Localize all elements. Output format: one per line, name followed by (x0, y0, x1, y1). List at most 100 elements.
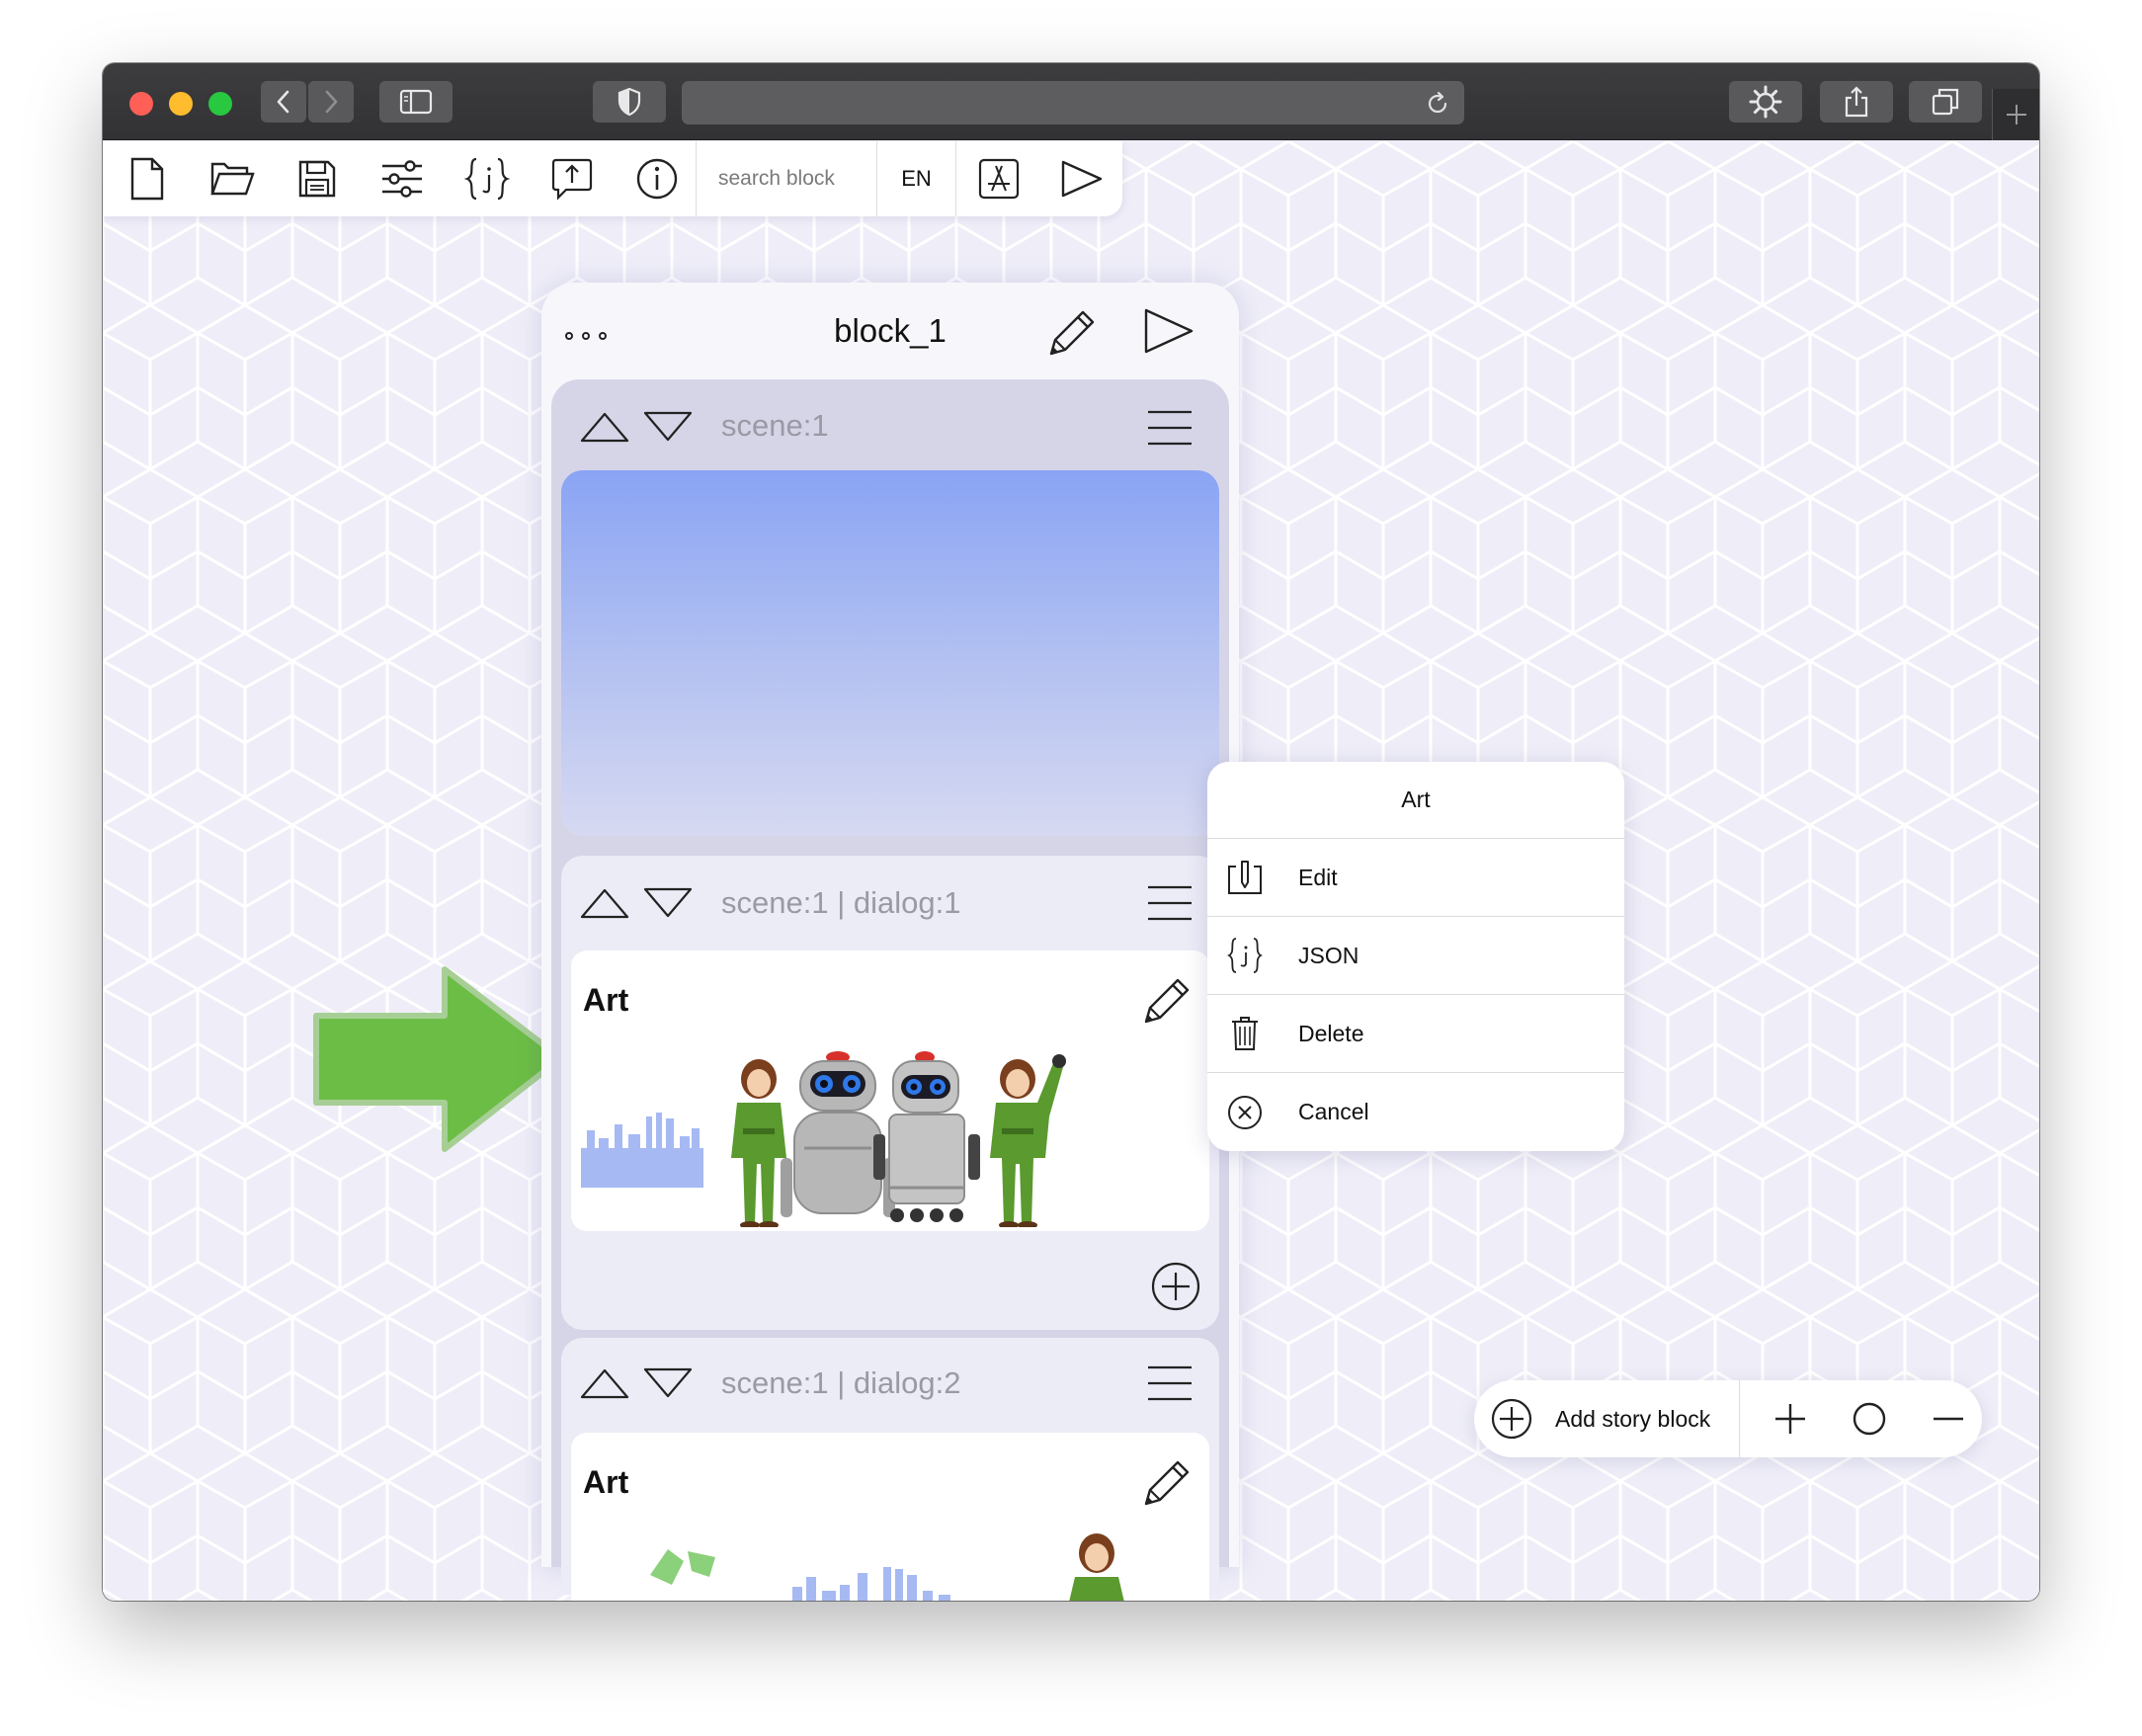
woman-character-thumbnail (731, 1059, 786, 1227)
edit-block-pencil-icon[interactable] (1045, 306, 1099, 360)
settings-sliders-button[interactable] (368, 141, 437, 216)
privacy-shield-button[interactable] (593, 81, 666, 123)
zoom-reset-circle-icon[interactable] (1850, 1399, 1889, 1439)
dialog-item[interactable]: scene:1 | dialog:2 Art (561, 1338, 1219, 1601)
dialog-label: scene:1 | dialog:2 (721, 1365, 961, 1400)
back-button[interactable] (261, 81, 306, 123)
context-menu-json[interactable]: JSON (1207, 917, 1624, 995)
woman-character-thumbnail (1069, 1533, 1124, 1601)
context-menu-edit[interactable]: Edit (1207, 839, 1624, 917)
edit-icon (1228, 861, 1262, 894)
hamburger-menu-icon[interactable] (1146, 1364, 1194, 1403)
tabs-icon (1932, 88, 1959, 116)
shield-icon (618, 87, 641, 117)
scene-label: scene:1 (721, 408, 829, 443)
json-braces-icon (464, 157, 510, 201)
zoom-in-plus-icon[interactable] (1771, 1399, 1810, 1439)
move-down-triangle-icon[interactable] (642, 1365, 694, 1401)
woman-waving-character-thumbnail (990, 1054, 1066, 1227)
hamburger-menu-icon[interactable] (1146, 408, 1194, 448)
language-label: EN (901, 166, 932, 191)
app-build-button[interactable] (964, 141, 1033, 216)
scene-panel: scene:1 scene:1 | dialog:1 Art scene:1 |… (551, 379, 1229, 1601)
floppy-disk-icon (298, 160, 336, 198)
art-title: Art (583, 982, 629, 1018)
context-menu-title: Art (1207, 762, 1624, 839)
new-tab-button[interactable] (1992, 89, 2039, 140)
app-toolbar: EN (103, 141, 1122, 216)
new-file-button[interactable] (113, 141, 182, 216)
sliders-icon (382, 160, 422, 198)
art-card[interactable]: Art (571, 1433, 1209, 1601)
gear-icon (1749, 85, 1782, 119)
hamburger-menu-icon[interactable] (1146, 883, 1194, 923)
json-icon (1227, 938, 1263, 973)
json-view-button[interactable] (453, 141, 522, 216)
move-up-triangle-icon[interactable] (579, 885, 630, 921)
move-up-triangle-icon[interactable] (579, 409, 630, 445)
edit-art-pencil-icon[interactable] (1140, 1456, 1194, 1510)
zoom-out-minus-icon[interactable] (1929, 1399, 1968, 1439)
sidebar-toggle-button[interactable] (379, 81, 453, 123)
open-folder-button[interactable] (198, 141, 267, 216)
info-button[interactable] (622, 141, 692, 216)
browser-window: EN block_1 scene:1 (103, 63, 2039, 1601)
add-story-block-label: Add story block (1555, 1405, 1711, 1432)
green-arrow-icon (313, 966, 564, 1152)
export-button[interactable] (537, 141, 607, 216)
context-menu-json-label: JSON (1298, 942, 1359, 968)
context-menu-delete[interactable]: Delete (1207, 995, 1624, 1073)
share-button[interactable] (1820, 81, 1893, 123)
play-icon (1061, 160, 1103, 198)
city-skyline-thumbnail (792, 1567, 950, 1601)
new-file-icon (130, 157, 164, 201)
context-menu-cancel[interactable]: Cancel (1207, 1073, 1624, 1151)
play-button[interactable] (1047, 141, 1116, 216)
language-selector[interactable]: EN (877, 141, 956, 216)
block-header: block_1 (541, 283, 1239, 377)
save-button[interactable] (283, 141, 352, 216)
app-store-icon (978, 158, 1020, 200)
context-menu-edit-label: Edit (1298, 864, 1338, 890)
scene-background-image[interactable] (561, 470, 1219, 836)
close-window-button[interactable] (129, 92, 153, 116)
scene-header: scene:1 (551, 379, 1229, 468)
context-menu-cancel-label: Cancel (1298, 1099, 1369, 1124)
play-block-icon[interactable] (1142, 306, 1195, 356)
add-story-block-button[interactable]: Add story block (1490, 1397, 1710, 1441)
tabs-overview-button[interactable] (1909, 81, 1982, 123)
browser-titlebar (103, 63, 2039, 140)
info-icon (636, 158, 678, 200)
edit-art-pencil-icon[interactable] (1140, 974, 1194, 1028)
dialog-item[interactable]: scene:1 | dialog:1 Art (561, 856, 1219, 1330)
address-bar[interactable] (682, 81, 1464, 124)
chevron-right-icon (325, 90, 338, 114)
zoom-window-button[interactable] (208, 92, 232, 116)
recycle-leaves-thumbnail (650, 1549, 715, 1585)
art-title: Art (583, 1464, 629, 1500)
search-block-field[interactable] (696, 141, 877, 216)
story-block-card[interactable]: block_1 scene:1 scene:1 | dialog:1 Art s… (541, 283, 1239, 1601)
settings-button[interactable] (1729, 81, 1802, 123)
add-circle-icon[interactable] (1150, 1261, 1201, 1312)
reload-icon[interactable] (1425, 91, 1450, 117)
context-menu-delete-label: Delete (1298, 1020, 1364, 1046)
canvas-controls-panel: Add story block (1474, 1380, 1982, 1457)
art-card[interactable]: Art (571, 951, 1209, 1231)
panel-divider (1739, 1380, 1740, 1457)
chevron-left-icon (277, 90, 289, 114)
move-down-triangle-icon[interactable] (642, 409, 694, 445)
move-down-triangle-icon[interactable] (642, 885, 694, 921)
upload-bubble-icon (551, 158, 593, 201)
cancel-icon (1228, 1095, 1262, 1129)
add-circle-icon (1491, 1398, 1532, 1440)
minimize-window-button[interactable] (169, 92, 193, 116)
search-block-input[interactable] (718, 167, 866, 191)
block-title: block_1 (834, 312, 947, 349)
folder-open-icon (210, 162, 255, 196)
move-up-triangle-icon[interactable] (579, 1365, 630, 1401)
dialog-label: scene:1 | dialog:1 (721, 885, 961, 920)
forward-button[interactable] (308, 81, 354, 123)
art-context-menu: Art Edit JSON Delete Cancel (1207, 762, 1624, 1151)
city-skyline-thumbnail (581, 1113, 703, 1188)
